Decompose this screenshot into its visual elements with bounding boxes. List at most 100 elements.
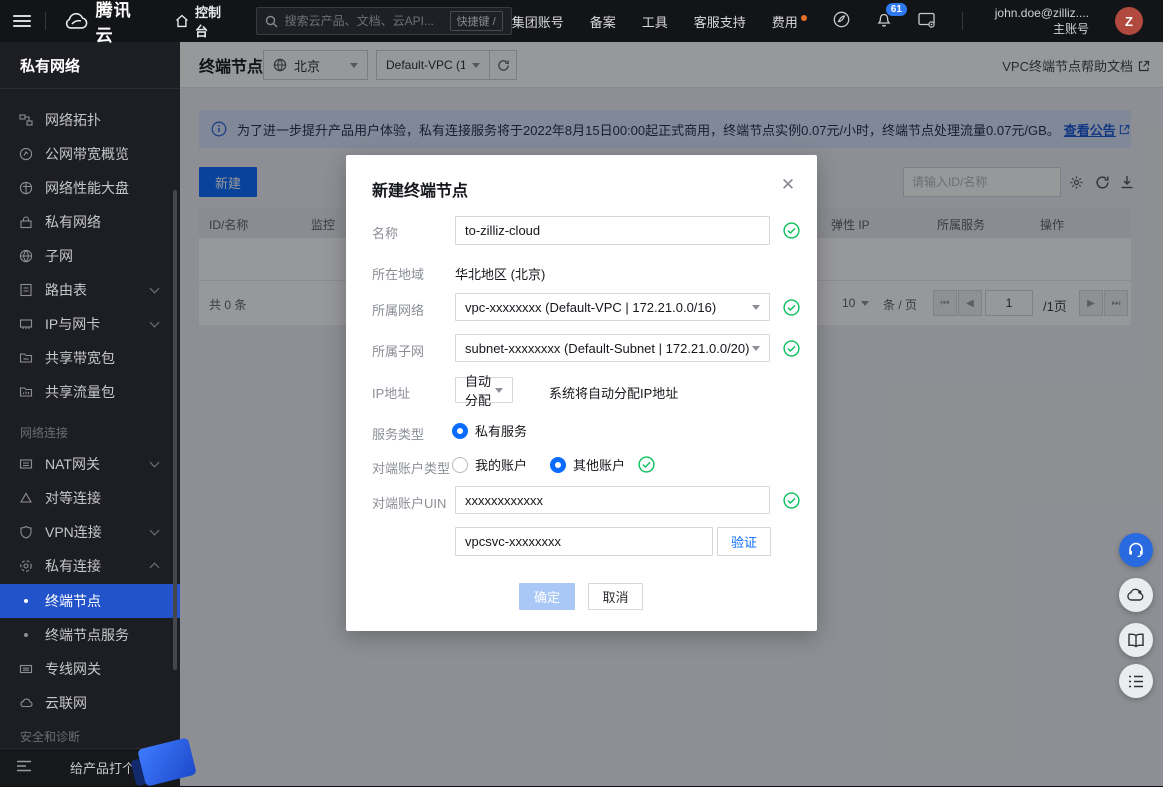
divider	[961, 12, 963, 30]
task-list-button[interactable]	[1119, 664, 1153, 698]
ip-note: 系统将自动分配IP地址	[549, 386, 679, 401]
sidebar-item-direct-connect-gw[interactable]: 专线网关	[0, 652, 180, 686]
activity-button[interactable]	[1119, 578, 1153, 612]
collapse-sidebar-icon[interactable]	[16, 760, 32, 775]
peer-account-options: 我的账户 其他账户	[452, 455, 655, 474]
nav-tools[interactable]: 工具	[642, 12, 668, 31]
sidebar: 私有网络 网络拓扑 公网带宽概览 网络性能大盘 私有网络 子网 路由表 IP与网…	[0, 42, 180, 786]
global-search-input[interactable]	[284, 14, 443, 28]
ip-label: IP地址	[372, 386, 411, 401]
sidebar-item-bandwidth-overview[interactable]: 公网带宽概览	[0, 137, 180, 171]
notifications-bell[interactable]: 61	[876, 3, 907, 31]
menu-icon[interactable]	[13, 15, 31, 27]
chevron-down-icon	[752, 304, 760, 310]
close-icon[interactable]: ✕	[779, 176, 797, 195]
network-select[interactable]: vpc-xxxxxxxx (Default-VPC | 172.21.0.0/1…	[455, 293, 770, 321]
nic-icon	[19, 317, 33, 331]
bullet-icon	[24, 599, 28, 603]
network-label: 所属网络	[372, 303, 425, 318]
valid-check-icon	[783, 299, 800, 316]
feedback-icon[interactable]	[833, 11, 850, 31]
chevron-down-icon	[149, 525, 160, 536]
valid-check-icon	[783, 340, 800, 357]
chevron-down-icon	[149, 283, 160, 294]
open-book-icon	[1128, 632, 1144, 647]
notification-count-badge: 61	[885, 3, 907, 16]
sidebar-item-nat-gateway[interactable]: NAT网关	[0, 447, 180, 481]
valid-check-icon	[638, 456, 655, 473]
sidebar-item-shared-traffic[interactable]: 共享流量包	[0, 375, 180, 409]
radio-private-service[interactable]	[452, 422, 468, 439]
peering-icon	[19, 491, 33, 505]
sidebar-item-endpoint-service[interactable]: 终端节点服务	[0, 618, 180, 652]
sidebar-item-ccn[interactable]: 云联网	[0, 686, 180, 720]
sidebar-title: 私有网络	[0, 42, 180, 89]
radio-other-account[interactable]	[550, 456, 567, 473]
arrow-circle-icon	[154, 761, 167, 774]
rate-product-link[interactable]: 给产品打个分	[70, 758, 167, 777]
vpn-icon	[19, 525, 33, 539]
sidebar-item-peering[interactable]: 对等连接	[0, 481, 180, 515]
peer-uin-input[interactable]	[455, 486, 770, 514]
sidebar-item-vpn[interactable]: VPN连接	[0, 515, 180, 549]
global-search[interactable]: 快捷键 /	[255, 7, 512, 35]
list-icon	[1129, 675, 1143, 687]
headset-icon	[1129, 542, 1143, 558]
sidebar-scrollbar[interactable]	[173, 190, 177, 670]
service-type-options: 私有服务	[452, 421, 527, 440]
cancel-button[interactable]: 取消	[588, 583, 643, 610]
dialog-title: 新建终端节点	[372, 183, 469, 200]
sidebar-item-network-dashboard[interactable]: 网络性能大盘	[0, 171, 180, 205]
ip-mode-select[interactable]: 自动分配	[455, 374, 513, 408]
ccn-cloud-icon	[19, 696, 33, 710]
confirm-button[interactable]: 确定	[519, 583, 575, 610]
top-bar: 腾讯云 控制台 快捷键 / 集团账号 备案 工具 客服支持 费用 61 john…	[0, 0, 1163, 45]
sidebar-item-endpoint[interactable]: 终端节点	[0, 584, 180, 618]
docs-button[interactable]	[1119, 623, 1153, 657]
verify-button[interactable]: 验证	[717, 527, 771, 556]
sidebar-item-private-link[interactable]: 私有连接	[0, 549, 180, 583]
lock-icon	[19, 215, 33, 229]
nav-group-account[interactable]: 集团账号	[512, 12, 564, 31]
sidebar-item-shared-bandwidth[interactable]: 共享带宽包	[0, 341, 180, 375]
brand-name: 腾讯云	[95, 1, 132, 45]
console-link[interactable]: 控制台	[175, 2, 234, 40]
private-link-icon	[19, 559, 33, 573]
chevron-down-icon	[149, 317, 160, 328]
sidebar-section-security-diag: 安全和诊断	[20, 730, 81, 744]
sidebar-item-network-topology[interactable]: 网络拓扑	[0, 103, 180, 137]
peer-account-label: 对端账户类型	[372, 461, 451, 476]
bullet-icon	[24, 633, 28, 637]
tencent-cloud-logo[interactable]: 腾讯云	[64, 0, 149, 46]
nav-support[interactable]: 客服支持	[694, 12, 746, 31]
user-info[interactable]: john.doe@zilliz.... 主账号	[995, 5, 1089, 37]
customer-service-button[interactable]	[1119, 533, 1153, 567]
user-email: john.doe@zilliz....	[994, 5, 1089, 20]
chevron-up-icon	[149, 562, 160, 573]
sidebar-item-route-table[interactable]: 路由表	[0, 273, 180, 307]
gauge-icon	[19, 147, 33, 161]
route-table-icon	[19, 283, 33, 297]
sidebar-section-network-connect: 网络连接	[20, 426, 69, 440]
shortcut-hint: 快捷键 /	[449, 11, 503, 31]
search-icon	[265, 15, 278, 27]
service-id-input[interactable]	[455, 527, 713, 556]
peer-uin-label: 对端账户UIN	[372, 496, 447, 511]
avatar[interactable]: Z	[1115, 7, 1143, 35]
name-label: 名称	[372, 226, 399, 241]
subnet-select[interactable]: subnet-xxxxxxxx (Default-Subnet | 172.21…	[455, 334, 770, 362]
home-icon	[176, 14, 188, 28]
chevron-down-icon	[495, 387, 503, 393]
nav-icp[interactable]: 备案	[590, 12, 616, 31]
sidebar-item-subnet[interactable]: 子网	[0, 239, 180, 273]
radio-my-account[interactable]	[452, 456, 468, 473]
region-label: 所在地域	[372, 267, 425, 282]
nav-billing[interactable]: 费用	[772, 12, 807, 31]
billing-notice-dot	[800, 14, 807, 21]
console-settings-icon[interactable]	[918, 12, 936, 31]
sidebar-item-vpc[interactable]: 私有网络	[0, 205, 180, 239]
sidebar-item-ip-nic[interactable]: IP与网卡	[0, 307, 180, 341]
name-input[interactable]	[455, 216, 770, 245]
folder-share-icon	[19, 351, 33, 365]
sidebar-footer: 给产品打个分	[0, 748, 180, 786]
